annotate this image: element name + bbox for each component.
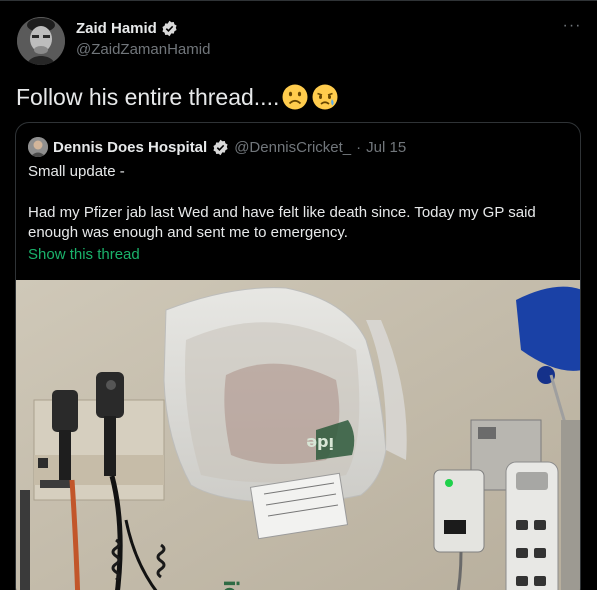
wall-logo-text: ide: [219, 580, 243, 590]
quoted-tweet-text-line1: Small update -: [28, 163, 125, 180]
dot-separator: ·: [356, 138, 362, 156]
author-name-text[interactable]: Zaid Hamid: [76, 20, 157, 37]
quoted-tweet[interactable]: Dennis Does Hospital @DennisCricket_ · J…: [15, 122, 581, 590]
bag-logo-text: ide: [306, 434, 334, 453]
quoted-author-avatar[interactable]: [28, 137, 48, 157]
verified-badge-icon: [161, 20, 178, 37]
author-avatar[interactable]: [17, 17, 65, 65]
tweet[interactable]: Zaid Hamid @ZaidZamanHamid ··· Follow hi…: [0, 0, 597, 590]
quoted-tweet-text-line2: Had my Pfizer jab last Wed and have felt…: [28, 204, 536, 241]
quoted-tweet-header: Dennis Does Hospital @DennisCricket_ · J…: [28, 137, 406, 157]
crying-face-emoji: [311, 83, 339, 111]
status-led-icon: [445, 479, 453, 487]
quoted-tweet-date[interactable]: Jul 15: [366, 139, 406, 156]
quoted-tweet-photo[interactable]: ide ide: [16, 280, 580, 590]
show-thread-link[interactable]: Show this thread: [28, 246, 140, 263]
author-handle[interactable]: @ZaidZamanHamid: [76, 41, 210, 58]
slightly-frowning-face-emoji: [281, 83, 309, 111]
tweet-text: Follow his entire thread....: [16, 83, 339, 111]
call-button-device: [433, 469, 485, 553]
quoted-author-name[interactable]: Dennis Does Hospital: [53, 139, 207, 156]
author-name[interactable]: Zaid Hamid: [76, 20, 178, 37]
tweet-text-content: Follow his entire thread....: [16, 83, 280, 110]
quoted-verified-badge-icon: [212, 139, 229, 156]
switch-icon: [38, 458, 48, 468]
nameplate: [40, 480, 74, 488]
more-options-button[interactable]: ···: [560, 18, 584, 39]
quoted-author-handle[interactable]: @DennisCricket_: [234, 139, 351, 156]
